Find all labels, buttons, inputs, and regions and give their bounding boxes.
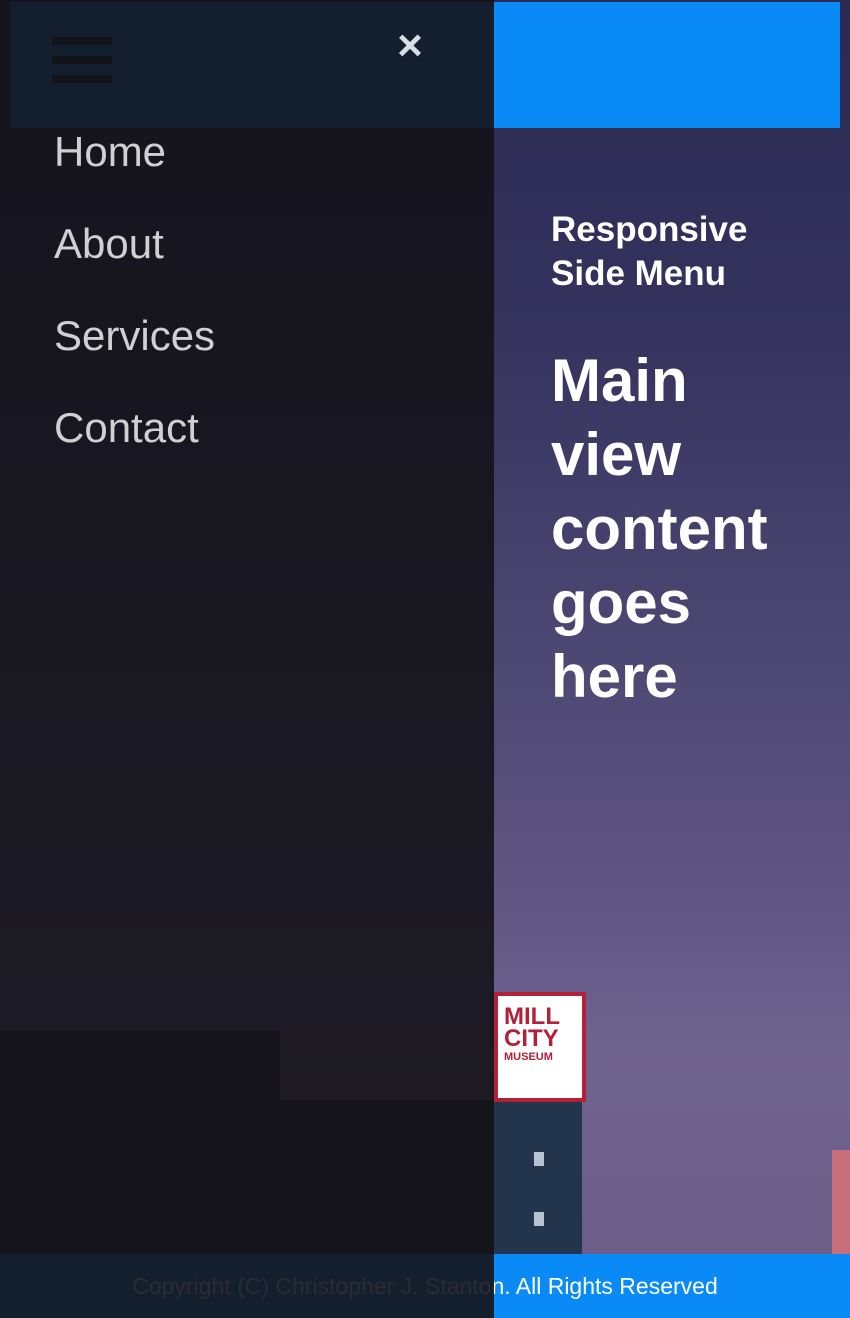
nav-link-home[interactable]: Home	[54, 126, 166, 178]
page-subtitle: Responsive Side Menu	[551, 210, 748, 293]
close-icon[interactable]: ×	[390, 24, 430, 68]
nav-link-contact[interactable]: Contact	[54, 402, 199, 454]
main-headline: Main view content goes here	[551, 347, 768, 710]
side-menu-item-services: Services	[54, 310, 215, 402]
main-view: Responsive Side Menu Main view content g…	[551, 208, 821, 714]
side-menu: × Home About Services Contact	[0, 0, 494, 1318]
red-building	[832, 1150, 850, 1254]
tower-window	[534, 1212, 544, 1226]
nav-link-about[interactable]: About	[54, 218, 164, 270]
sign-text: MUSEUM	[504, 1051, 553, 1063]
mill-city-museum-sign: MILL CITY MUSEUM	[494, 992, 586, 1102]
tower-window	[534, 1152, 544, 1166]
museum-tower	[494, 1102, 582, 1254]
nav-link-services[interactable]: Services	[54, 310, 215, 362]
side-menu-item-about: About	[54, 218, 215, 310]
side-menu-item-home: Home	[54, 126, 215, 218]
side-menu-list: Home About Services Contact	[54, 126, 215, 494]
sign-text: CITY	[504, 1025, 559, 1052]
side-menu-item-contact: Contact	[54, 402, 215, 494]
